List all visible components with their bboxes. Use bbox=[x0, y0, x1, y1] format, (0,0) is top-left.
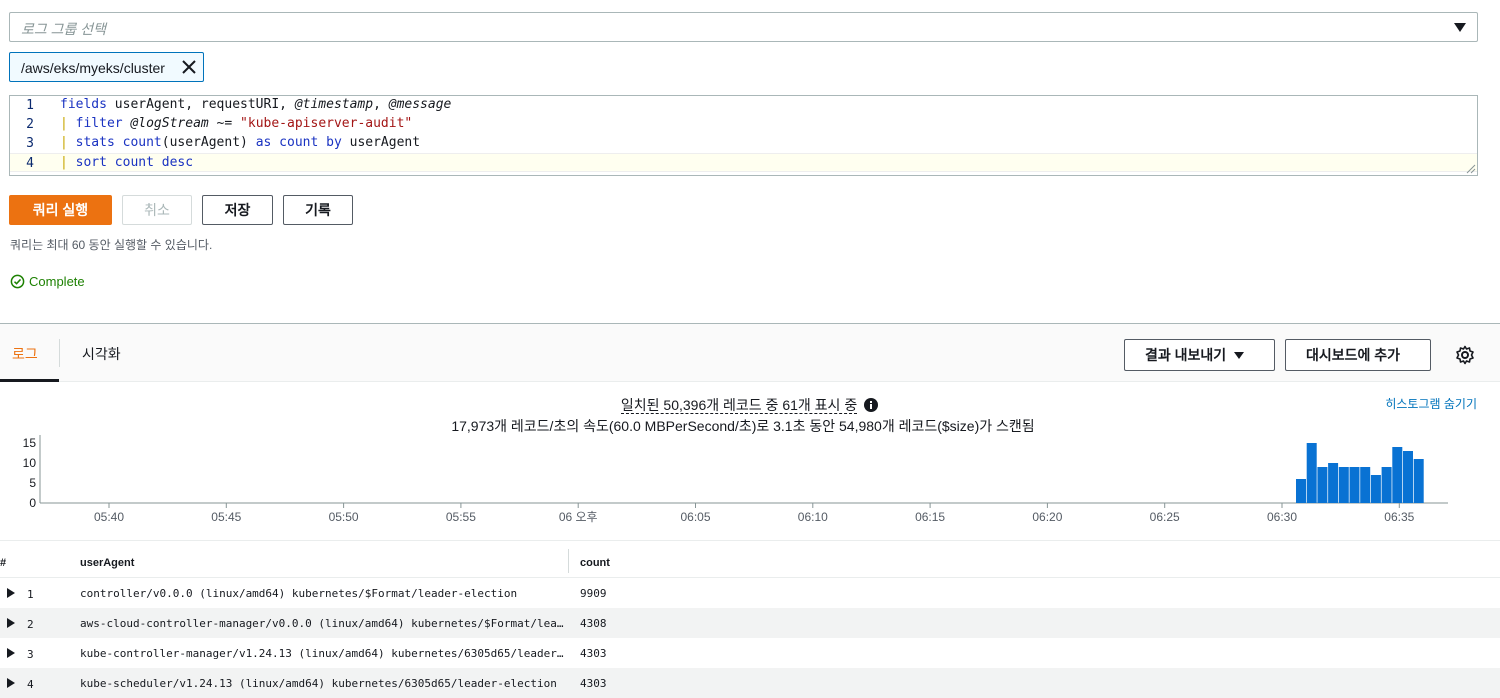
log-group-token: /aws/eks/myeks/cluster bbox=[9, 52, 204, 82]
histogram-bar[interactable] bbox=[1381, 467, 1392, 503]
col-header-num: # bbox=[0, 557, 7, 569]
x-tick-label: 06:15 bbox=[915, 510, 945, 524]
y-tick-label: 10 bbox=[23, 456, 37, 470]
code-text: | filter @logStream ~= "kube-apiserver-a… bbox=[60, 116, 413, 131]
cell-count: 4303 bbox=[580, 677, 607, 690]
x-tick-label: 05:40 bbox=[94, 510, 124, 524]
table-row[interactable]: 1 controller/v0.0.0 (linux/amd64) kubern… bbox=[0, 578, 1500, 608]
hide-histogram-link[interactable]: 히스토그램 숨기기 bbox=[1385, 395, 1477, 412]
expand-row-icon[interactable] bbox=[7, 648, 15, 658]
log-group-select[interactable]: 로그 그룹 선택 bbox=[9, 12, 1478, 42]
col-header-count[interactable]: count bbox=[580, 557, 610, 569]
x-tick-label: 05:55 bbox=[446, 510, 476, 524]
x-tick-label: 05:45 bbox=[211, 510, 241, 524]
expand-row-icon[interactable] bbox=[7, 678, 15, 688]
editor-line: 1 fields userAgent, requestURI, @timesta… bbox=[10, 96, 1477, 115]
export-label: 결과 내보내기 bbox=[1145, 347, 1227, 363]
table-row[interactable]: 2 aws-cloud-controller-manager/v0.0.0 (l… bbox=[0, 608, 1500, 638]
expand-row-icon[interactable] bbox=[7, 588, 15, 598]
save-button[interactable]: 저장 bbox=[202, 195, 273, 225]
x-tick-label: 06:30 bbox=[1267, 510, 1297, 524]
histogram-chart: 15 10 5 0 05:40 05:45 05:50 05:55 06 오후 06:05 06:1… bbox=[23, 435, 1448, 524]
x-tick-label: 05:50 bbox=[329, 510, 359, 524]
cell-count: 4308 bbox=[580, 617, 607, 630]
x-tick-label: 06:10 bbox=[798, 510, 828, 524]
histogram-bar[interactable] bbox=[1317, 467, 1328, 503]
x-tick-label: 06:25 bbox=[1150, 510, 1180, 524]
tab-separator bbox=[59, 339, 60, 367]
expand-row-icon[interactable] bbox=[7, 618, 15, 628]
cell-useragent: kube-scheduler/v1.24.13 (linux/amd64) ku… bbox=[80, 677, 557, 690]
col-header-useragent[interactable]: userAgent bbox=[80, 557, 134, 569]
code-text: fields userAgent, requestURI, @timestamp… bbox=[60, 97, 452, 112]
y-tick-label: 0 bbox=[29, 496, 36, 510]
cancel-button[interactable]: 취소 bbox=[122, 195, 192, 225]
check-circle-icon bbox=[10, 274, 25, 289]
histogram-bar[interactable] bbox=[1328, 463, 1339, 503]
results-table: # userAgent count 1 controller/v0.0.0 (l… bbox=[0, 540, 1500, 698]
code-text: | stats count(userAgent) as count by use… bbox=[60, 135, 421, 150]
editor-line: 3 | stats count(userAgent) as count by u… bbox=[10, 134, 1477, 153]
table-header: # userAgent count bbox=[0, 540, 1500, 578]
info-icon[interactable] bbox=[863, 397, 879, 413]
query-timeout-note: 쿼리는 최대 60 동안 실행할 수 있습니다. bbox=[10, 238, 213, 252]
code-text: | sort count desc bbox=[60, 155, 194, 170]
row-number: 1 bbox=[27, 588, 34, 601]
column-separator bbox=[568, 549, 569, 573]
histogram-bar[interactable] bbox=[1403, 451, 1413, 503]
x-tick-label: 06 오후 bbox=[559, 510, 598, 524]
cell-useragent: kube-controller-manager/v1.24.13 (linux/… bbox=[80, 647, 568, 660]
query-status: Complete bbox=[10, 274, 85, 289]
row-number: 3 bbox=[27, 648, 34, 661]
tab-visualization[interactable]: 시각화 bbox=[82, 344, 121, 364]
histogram-bar[interactable] bbox=[1392, 447, 1403, 503]
row-number: 4 bbox=[27, 678, 34, 691]
histogram-bar[interactable] bbox=[1296, 479, 1306, 503]
line-number: 2 bbox=[26, 117, 34, 132]
editor-line-active: 4 | sort count desc bbox=[10, 153, 1477, 172]
export-results-button[interactable]: 결과 내보내기 bbox=[1124, 339, 1275, 371]
histogram-title-text: 일치된 50,396개 레코드 중 61개 표시 중 bbox=[620, 397, 858, 414]
y-tick-label: 15 bbox=[23, 436, 37, 450]
query-panel: 로그 그룹 선택 /aws/eks/myeks/cluster 1 fields… bbox=[0, 0, 1500, 323]
row-number: 2 bbox=[27, 618, 34, 631]
add-to-dashboard-button[interactable]: 대시보드에 추가 bbox=[1285, 339, 1431, 371]
caret-down-icon[interactable] bbox=[1454, 23, 1466, 32]
x-tick-label: 06:05 bbox=[680, 510, 710, 524]
tab-logs[interactable]: 로그 bbox=[12, 344, 38, 364]
histogram-bar[interactable] bbox=[1413, 459, 1424, 503]
histogram-bar[interactable] bbox=[1349, 467, 1360, 503]
table-row[interactable]: 4 kube-scheduler/v1.24.13 (linux/amd64) … bbox=[0, 668, 1500, 698]
results-tabs: 로그 시각화 결과 내보내기 대시보드에 추가 bbox=[0, 324, 1500, 382]
log-group-token-label: /aws/eks/myeks/cluster bbox=[21, 60, 165, 76]
x-tick-label: 06:20 bbox=[1032, 510, 1062, 524]
cell-useragent: aws-cloud-controller-manager/v0.0.0 (lin… bbox=[80, 617, 568, 630]
x-tick-label: 06:35 bbox=[1384, 510, 1414, 524]
gear-icon[interactable] bbox=[1455, 345, 1475, 365]
close-icon[interactable] bbox=[181, 59, 197, 75]
histogram-bar[interactable] bbox=[1306, 443, 1317, 503]
resize-handle-icon[interactable] bbox=[1466, 164, 1476, 174]
line-number: 4 bbox=[26, 156, 34, 171]
histogram-title: 일치된 50,396개 레코드 중 61개 표시 중 bbox=[0, 395, 1500, 415]
histogram-bar[interactable] bbox=[1370, 475, 1381, 503]
y-tick-label: 5 bbox=[29, 476, 36, 490]
cell-count: 4303 bbox=[580, 647, 607, 660]
line-number: 3 bbox=[26, 136, 34, 151]
log-group-placeholder: 로그 그룹 선택 bbox=[21, 21, 107, 37]
histogram-bar[interactable] bbox=[1338, 467, 1349, 503]
active-tab-indicator bbox=[0, 379, 59, 382]
line-number: 1 bbox=[26, 98, 34, 113]
history-button[interactable]: 기록 bbox=[283, 195, 353, 225]
cell-useragent: controller/v0.0.0 (linux/amd64) kubernet… bbox=[80, 587, 518, 600]
run-query-button[interactable]: 쿼리 실행 bbox=[9, 195, 112, 225]
status-text: Complete bbox=[29, 274, 85, 289]
caret-down-icon bbox=[1234, 352, 1245, 359]
editor-line: 2 | filter @logStream ~= "kube-apiserver… bbox=[10, 115, 1477, 134]
table-row[interactable]: 3 kube-controller-manager/v1.24.13 (linu… bbox=[0, 638, 1500, 668]
query-editor[interactable]: 1 fields userAgent, requestURI, @timesta… bbox=[9, 95, 1478, 176]
cell-count: 9909 bbox=[580, 587, 607, 600]
histogram-bar[interactable] bbox=[1360, 467, 1371, 503]
